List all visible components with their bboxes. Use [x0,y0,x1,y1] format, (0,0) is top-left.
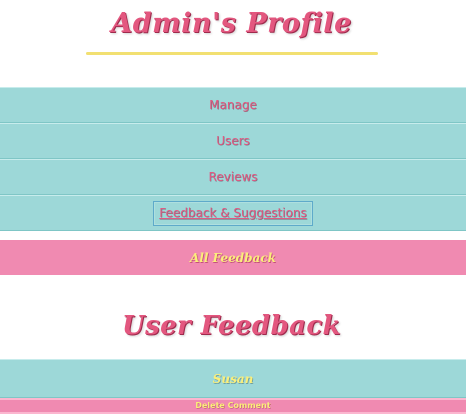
nav-item-manage[interactable]: Manage [0,87,466,123]
nav-item-feedback-suggestions-label[interactable]: Feedback & Suggestions [153,200,313,226]
delete-comment-label: Delete Comment [195,401,271,410]
page-title: Admin's Profile [111,8,352,39]
section-title: User Feedback [122,311,341,341]
nav-item-users-label: Users [216,134,250,148]
nav-item-reviews[interactable]: Reviews [0,159,466,195]
feedback-user-row: Susan [0,359,466,398]
admin-profile-page: Admin's Profile Manage Users Reviews Fee… [0,0,471,419]
all-feedback-label: All Feedback [190,250,276,265]
nav-item-feedback-suggestions[interactable]: Feedback & Suggestions [0,195,466,231]
nav-item-users[interactable]: Users [0,123,466,159]
title-divider [86,52,378,55]
nav-item-reviews-label: Reviews [208,170,258,184]
all-feedback-tab[interactable]: All Feedback [0,240,466,275]
nav-item-manage-label: Manage [209,98,257,112]
delete-comment-button[interactable]: Delete Comment [0,398,466,414]
admin-navigation: Manage Users Reviews Feedback & Suggesti… [0,87,466,231]
feedback-user-name: Susan [212,371,254,386]
